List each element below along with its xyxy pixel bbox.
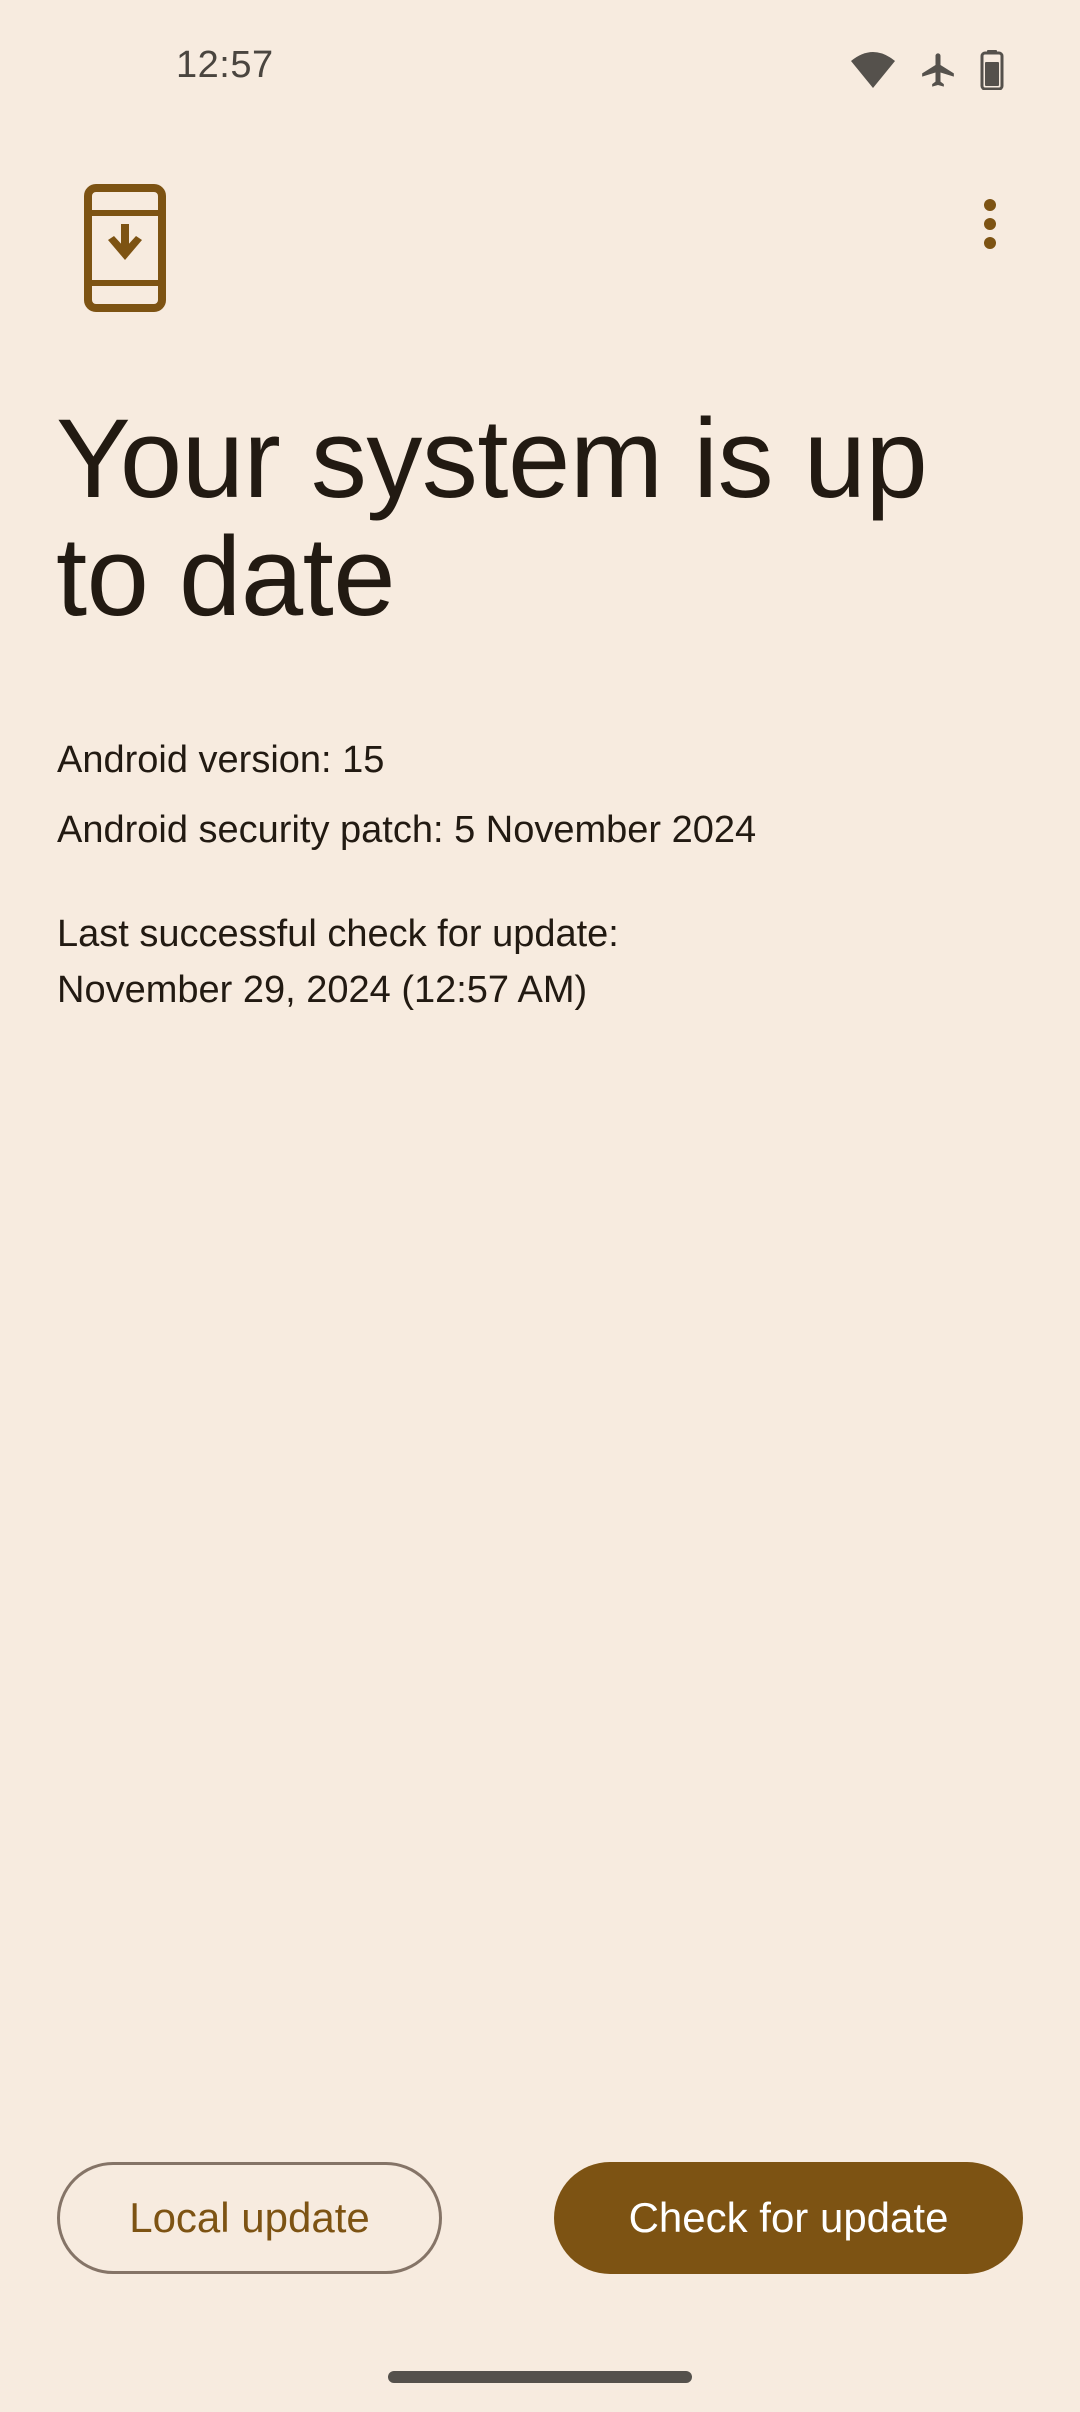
wifi-icon <box>850 51 896 89</box>
security-patch-text: Android security patch: 5 November 2024 <box>57 809 757 851</box>
check-for-update-button[interactable]: Check for update <box>554 2162 1023 2274</box>
more-options-button[interactable] <box>940 176 1040 276</box>
system-update-icon <box>84 184 166 312</box>
status-bar: 12:57 <box>0 0 1080 140</box>
status-time: 12:57 <box>176 44 274 86</box>
last-check-text: Last successful check for update: Novemb… <box>57 906 619 1018</box>
page-title: Your system is up to date <box>56 396 928 639</box>
last-check-label: Last successful check for update: <box>57 913 619 955</box>
more-vert-icon <box>983 198 997 255</box>
android-version-text: Android version: 15 <box>57 739 385 781</box>
airplane-mode-icon <box>918 49 958 91</box>
last-check-value: November 29, 2024 (12:57 AM) <box>57 969 588 1011</box>
gesture-nav-handle[interactable] <box>388 2371 692 2383</box>
status-icons <box>850 48 1004 92</box>
battery-icon <box>980 50 1004 90</box>
local-update-button[interactable]: Local update <box>57 2162 442 2274</box>
